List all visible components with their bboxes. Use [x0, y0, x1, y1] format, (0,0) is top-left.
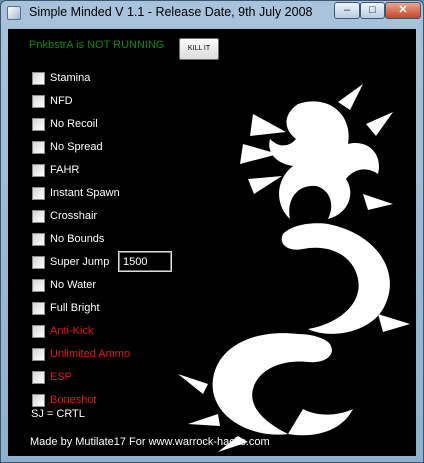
option-label: Super Jump — [50, 256, 110, 268]
instant-spawn-checkbox[interactable] — [32, 187, 45, 200]
no-water-checkbox[interactable] — [32, 279, 45, 292]
super-jump-value-input[interactable] — [118, 251, 172, 272]
tribal-dragon-icon — [178, 84, 410, 452]
crosshair-checkbox[interactable] — [32, 210, 45, 223]
option-label: No Spread — [50, 141, 103, 153]
client-area: PnkbstrA is NOT RUNNING KILL IT Stamina … — [8, 29, 416, 456]
nfd-checkbox[interactable] — [32, 95, 45, 108]
no-bounds-checkbox[interactable] — [32, 233, 45, 246]
maximize-button[interactable]: □ — [360, 2, 385, 19]
esp-checkbox[interactable] — [32, 371, 45, 384]
hotkey-note: SJ = CRTL — [31, 408, 85, 420]
stamina-checkbox[interactable] — [32, 72, 45, 85]
app-window: Simple Minded V 1.1 - Release Date, 9th … — [0, 0, 424, 463]
option-label: Full Bright — [50, 302, 100, 314]
title-bar[interactable]: Simple Minded V 1.1 - Release Date, 9th … — [1, 1, 423, 25]
boneshot-checkbox[interactable] — [32, 394, 45, 407]
super-jump-checkbox[interactable] — [32, 256, 45, 269]
option-label: Anti-Kick — [50, 325, 94, 337]
credit-text: Made by Mutilate17 For www.warrock-hacks… — [30, 436, 270, 448]
option-label: ESP — [50, 371, 73, 383]
option-label: Instant Spawn — [50, 187, 120, 199]
option-label: NFD — [50, 95, 73, 107]
close-button[interactable]: ✕ — [385, 2, 421, 19]
full-bright-checkbox[interactable] — [32, 302, 45, 315]
option-label: Stamina — [50, 72, 91, 84]
option-label: Unlimited Ammo — [50, 348, 131, 360]
no-spread-checkbox[interactable] — [32, 141, 45, 154]
minimize-button[interactable]: – — [334, 2, 360, 19]
fahr-checkbox[interactable] — [32, 164, 45, 177]
option-label: Boneshot — [50, 394, 97, 406]
option-label: FAHR — [50, 164, 80, 176]
no-recoil-checkbox[interactable] — [32, 118, 45, 131]
option-label: No Water — [50, 279, 97, 291]
window-title: Simple Minded V 1.1 - Release Date, 9th … — [29, 5, 313, 19]
option-label: Crosshair — [50, 210, 98, 222]
app-icon — [7, 6, 21, 20]
anti-kick-checkbox[interactable] — [32, 325, 45, 338]
kill-it-button[interactable]: KILL IT — [179, 38, 219, 60]
punkbuster-status: PnkbstrA is NOT RUNNING — [29, 39, 165, 51]
option-label: No Bounds — [50, 233, 105, 245]
option-label: No Recoil — [50, 118, 98, 130]
unlimited-ammo-checkbox[interactable] — [32, 348, 45, 361]
